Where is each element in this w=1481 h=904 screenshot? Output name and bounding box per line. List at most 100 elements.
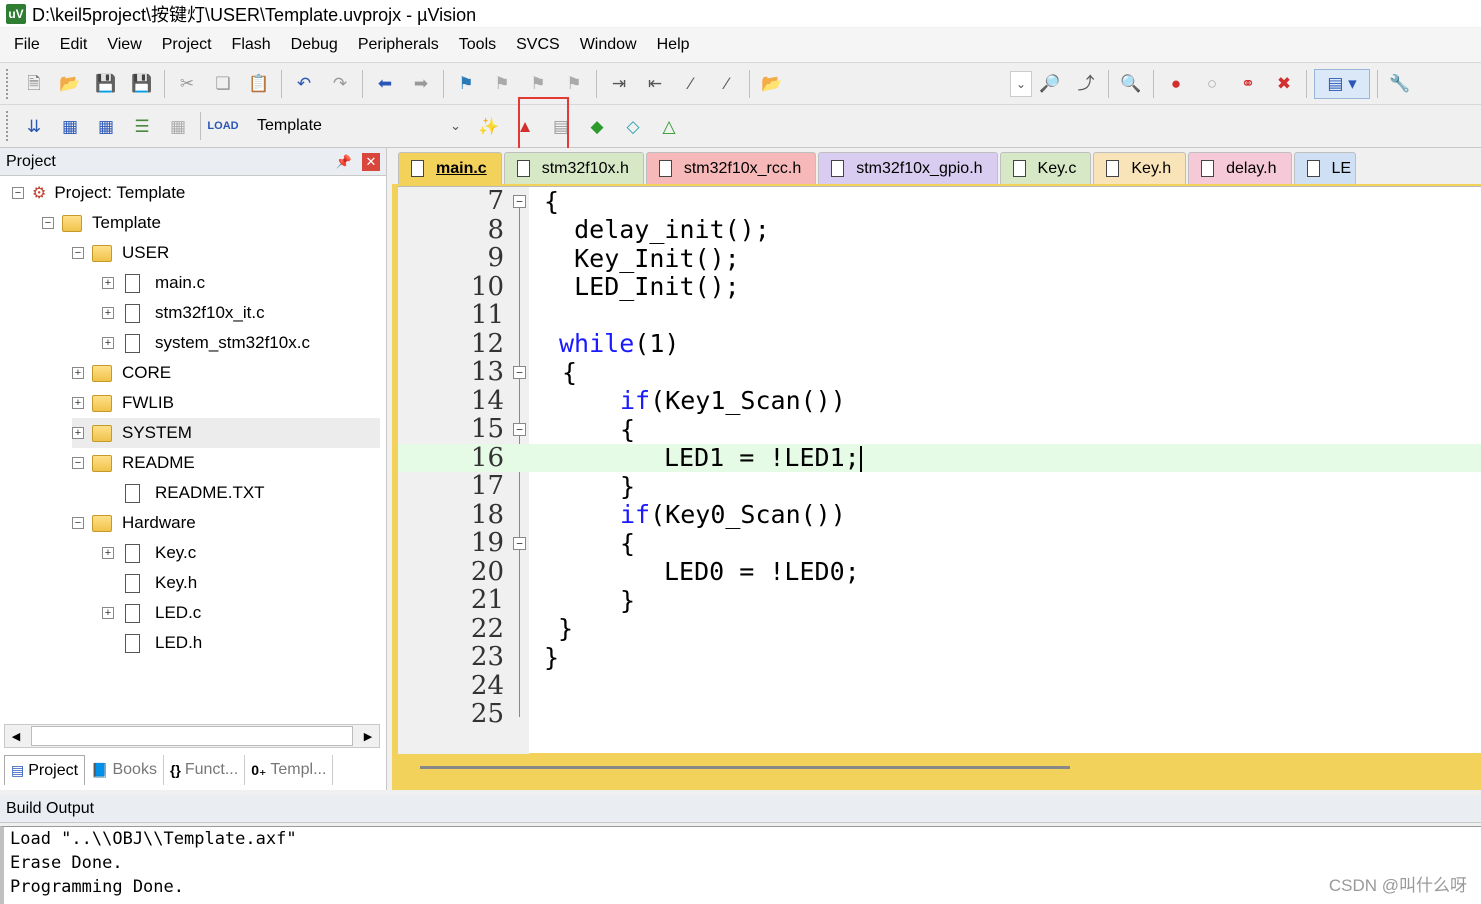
- uncomment-icon[interactable]: ⁄: [712, 69, 742, 99]
- rebuild-icon[interactable]: ▦: [91, 111, 121, 141]
- tab-main-c[interactable]: main.c: [398, 152, 502, 184]
- menu-project[interactable]: Project: [152, 36, 222, 54]
- prev-bookmark-icon[interactable]: ⚑: [487, 69, 517, 99]
- project-horizontal-scrollbar[interactable]: ◀ ▶: [4, 724, 380, 748]
- tree-item-main-c[interactable]: + main.c: [102, 268, 205, 298]
- insert-breakpoint-icon[interactable]: ●: [1161, 69, 1191, 99]
- window-layout-icon[interactable]: ▤ ▾: [1314, 68, 1370, 99]
- tab-le[interactable]: LE: [1293, 152, 1357, 184]
- expand-icon[interactable]: +: [72, 427, 84, 439]
- kill-breakpoints-icon[interactable]: ✖: [1269, 69, 1299, 99]
- tab-templates[interactable]: 0₊ Templ...: [245, 755, 334, 785]
- manage-project-items-icon[interactable]: ▲: [510, 111, 540, 141]
- download-load-icon[interactable]: LOAD: [207, 111, 238, 141]
- next-bookmark-icon[interactable]: ⚑: [523, 69, 553, 99]
- menu-edit[interactable]: Edit: [50, 36, 98, 54]
- manage-rte-icon[interactable]: ◆: [582, 111, 612, 141]
- tree-item-stm32f10x-it-c[interactable]: + stm32f10x_it.c: [102, 298, 265, 328]
- start-debug-icon[interactable]: 🔍: [1116, 69, 1146, 99]
- indent-icon[interactable]: ⇥: [604, 69, 634, 99]
- find-in-files-icon[interactable]: 📂: [757, 69, 787, 99]
- menu-help[interactable]: Help: [647, 36, 700, 54]
- build-output-panel[interactable]: Load "..\\OBJ\\Template.axf" Erase Done.…: [0, 826, 1481, 904]
- tree-item-key-h[interactable]: Key.h: [102, 568, 197, 598]
- scroll-right-icon[interactable]: ▶: [357, 725, 379, 747]
- stop-build-icon[interactable]: ▦: [163, 111, 193, 141]
- tree-item-system[interactable]: + SYSTEM: [72, 418, 380, 448]
- collapse-icon[interactable]: −: [72, 517, 84, 529]
- expand-icon[interactable]: +: [72, 397, 84, 409]
- select-packs-icon[interactable]: ▤: [546, 111, 576, 141]
- bookmark-icon[interactable]: ⚑: [451, 69, 481, 99]
- pack-installer-icon[interactable]: ◇: [618, 111, 648, 141]
- find-icon[interactable]: 🔎: [1035, 69, 1065, 99]
- cut-icon[interactable]: ✂: [172, 69, 202, 99]
- pin-icon[interactable]: 📌: [336, 154, 352, 170]
- editor-horizontal-scrollbar[interactable]: [420, 766, 1070, 769]
- fold-collapse-icon[interactable]: −: [513, 537, 526, 550]
- tab-stm32f10x-h[interactable]: stm32f10x.h: [503, 152, 644, 184]
- save-icon[interactable]: 💾: [91, 69, 121, 99]
- undo-icon[interactable]: ↶: [289, 69, 319, 99]
- tab-functions[interactable]: {} Funct...: [164, 755, 246, 785]
- enable-breakpoint-icon[interactable]: ○: [1197, 69, 1227, 99]
- fold-collapse-icon[interactable]: −: [513, 423, 526, 436]
- tree-item-fwlib[interactable]: + FWLIB: [72, 388, 174, 418]
- tree-item-readme-txt[interactable]: README.TXT: [102, 478, 265, 508]
- scroll-left-icon[interactable]: ◀: [5, 725, 27, 747]
- tree-item-led-c[interactable]: + LED.c: [102, 598, 201, 628]
- fold-collapse-icon[interactable]: −: [513, 195, 526, 208]
- navigate-forward-icon[interactable]: ➡: [406, 69, 436, 99]
- menu-peripherals[interactable]: Peripherals: [348, 36, 449, 54]
- fold-collapse-icon[interactable]: −: [513, 366, 526, 379]
- menu-svcs[interactable]: SVCS: [506, 36, 570, 54]
- expand-icon[interactable]: +: [72, 367, 84, 379]
- target-select[interactable]: Template ⌄: [247, 112, 465, 140]
- toolbar-grip[interactable]: [6, 111, 10, 141]
- incremental-find-icon[interactable]: ⤴: [1071, 69, 1101, 99]
- tree-item-user[interactable]: − USER: [72, 238, 169, 268]
- menu-debug[interactable]: Debug: [281, 36, 348, 54]
- expand-icon[interactable]: +: [102, 307, 114, 319]
- menu-window[interactable]: Window: [570, 36, 647, 54]
- navigate-back-icon[interactable]: ⬅: [370, 69, 400, 99]
- tree-item-target[interactable]: − Template: [42, 208, 161, 238]
- comment-icon[interactable]: ⁄: [676, 69, 706, 99]
- batch-build-icon[interactable]: ☰: [127, 111, 157, 141]
- tab-key-c[interactable]: Key.c: [999, 152, 1092, 184]
- collapse-icon[interactable]: −: [12, 187, 24, 199]
- tree-item-readme[interactable]: − README: [72, 448, 195, 478]
- new-file-icon[interactable]: 🗎: [19, 69, 49, 99]
- tree-item-hardware[interactable]: − Hardware: [72, 508, 196, 538]
- save-all-icon[interactable]: 💾: [127, 69, 157, 99]
- menu-tools[interactable]: Tools: [449, 36, 506, 54]
- disable-breakpoints-icon[interactable]: ⚭: [1233, 69, 1263, 99]
- expand-icon[interactable]: +: [102, 607, 114, 619]
- close-icon[interactable]: ✕: [362, 152, 380, 171]
- menu-file[interactable]: File: [4, 36, 50, 54]
- expand-icon[interactable]: +: [102, 277, 114, 289]
- translate-icon[interactable]: ⇊: [19, 111, 49, 141]
- code-editor[interactable]: 7 − { 8 delay_init(); 9 Key_Init(); 10 L…: [398, 186, 1481, 754]
- collapse-icon[interactable]: −: [42, 217, 54, 229]
- menu-view[interactable]: View: [97, 36, 151, 54]
- target-options-wand-icon[interactable]: ✨: [474, 111, 504, 141]
- tree-item-led-h[interactable]: LED.h: [102, 628, 202, 658]
- clear-bookmarks-icon[interactable]: ⚑: [559, 69, 589, 99]
- tree-item-system-stm32f10x-c[interactable]: + system_stm32f10x.c: [102, 328, 310, 358]
- scroll-thumb[interactable]: [31, 726, 353, 746]
- tree-item-project[interactable]: − ⚙ Project: Template: [12, 178, 185, 208]
- tree-item-core[interactable]: + CORE: [72, 358, 171, 388]
- collapse-icon[interactable]: −: [72, 247, 84, 259]
- configure-icon[interactable]: 🔧: [1385, 69, 1415, 99]
- collapse-icon[interactable]: −: [72, 457, 84, 469]
- tab-project[interactable]: ▤ Project: [4, 755, 86, 785]
- copy-icon[interactable]: ❏: [208, 69, 238, 99]
- find-dropdown-chevron-icon[interactable]: ⌄: [1010, 70, 1032, 97]
- unindent-icon[interactable]: ⇤: [640, 69, 670, 99]
- tab-stm32f10x-gpio-h[interactable]: stm32f10x_gpio.h: [818, 152, 998, 184]
- build-icon[interactable]: ▦: [55, 111, 85, 141]
- open-file-icon[interactable]: 📂: [55, 69, 85, 99]
- tree-item-key-c[interactable]: + Key.c: [102, 538, 196, 568]
- tab-stm32f10x-rcc-h[interactable]: stm32f10x_rcc.h: [645, 152, 817, 184]
